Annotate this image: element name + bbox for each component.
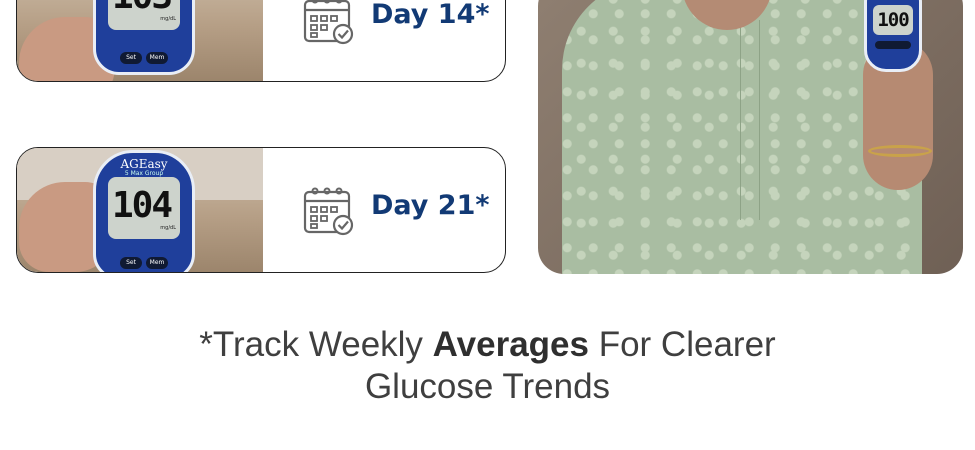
caption: *Track Weekly Averages For Clearer Gluco… [0,324,975,408]
glucose-meter: 100 [864,0,922,72]
caption-emphasis: Averages [432,325,589,364]
meter-unit: mg/dL [160,225,176,231]
meter-screen: 104 mg/dL [108,177,180,239]
mem-button: Mem [146,52,168,64]
day-label: Day 14* [371,0,490,30]
meter-photo: 103 mg/dL Set Mem [17,0,263,81]
set-button: Set [120,257,142,269]
meter-reading: 100 [873,5,913,35]
calendar-check-icon [303,187,354,236]
meter-reading: 104 [112,185,173,226]
calendar-check-icon [303,0,354,45]
bangle [868,145,932,157]
caption-line2: Glucose Trends [364,367,611,406]
glucose-meter: AGEasy 5 Max Group 104 mg/dL Set Mem [93,150,195,272]
meter-screen: 103 mg/dL [108,0,180,30]
set-button: Set [120,52,142,64]
meter-subbrand: 5 Max Group [124,170,164,177]
day-14-card: 103 mg/dL Set Mem Day 14* [16,0,506,82]
meter-brand: AGEasy [120,157,168,171]
woman-photo: 100 [538,0,963,274]
caption-prefix: *Track Weekly [199,325,433,364]
meter-unit: mg/dL [160,16,176,22]
day-label: Day 21* [371,190,490,221]
glucose-meter: 103 mg/dL Set Mem [93,0,195,75]
day-21-card: AGEasy 5 Max Group 104 mg/dL Set Mem Day… [16,147,506,273]
meter-photo: AGEasy 5 Max Group 104 mg/dL Set Mem [17,148,263,272]
caption-suffix: For Clearer [588,325,776,364]
mem-button: Mem [146,257,168,269]
meter-reading: 103 [112,0,173,17]
